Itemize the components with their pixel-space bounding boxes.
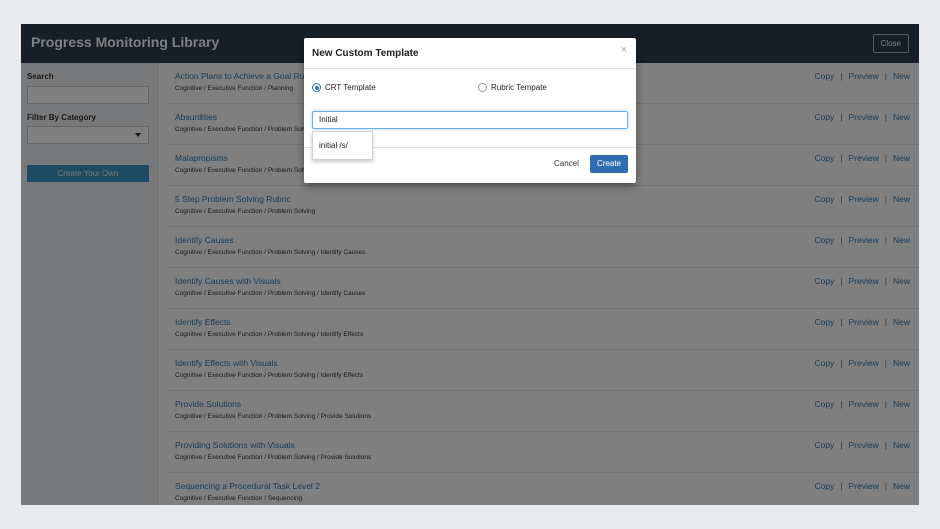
autocomplete-option[interactable]: initial /s/ bbox=[319, 141, 348, 150]
radio-unselected-icon bbox=[478, 83, 487, 92]
cancel-button[interactable]: Cancel bbox=[554, 159, 579, 168]
radio-crt-label: CRT Template bbox=[325, 83, 376, 92]
dialog-title: New Custom Template bbox=[312, 48, 419, 59]
template-name-input[interactable]: Initial bbox=[312, 111, 628, 129]
radio-crt-template[interactable]: CRT Template bbox=[312, 83, 376, 92]
autocomplete-dropdown: initial /s/ bbox=[312, 131, 373, 160]
create-button[interactable]: Create bbox=[590, 155, 628, 173]
dialog-header: New Custom Template × bbox=[304, 38, 636, 69]
close-icon[interactable]: × bbox=[621, 44, 627, 56]
radio-rubric-label: Rubric Tempate bbox=[491, 83, 547, 92]
radio-selected-icon bbox=[312, 83, 321, 92]
radio-rubric-template[interactable]: Rubric Tempate bbox=[478, 83, 547, 92]
new-template-dialog: New Custom Template × CRT Template Rubri… bbox=[304, 38, 636, 183]
